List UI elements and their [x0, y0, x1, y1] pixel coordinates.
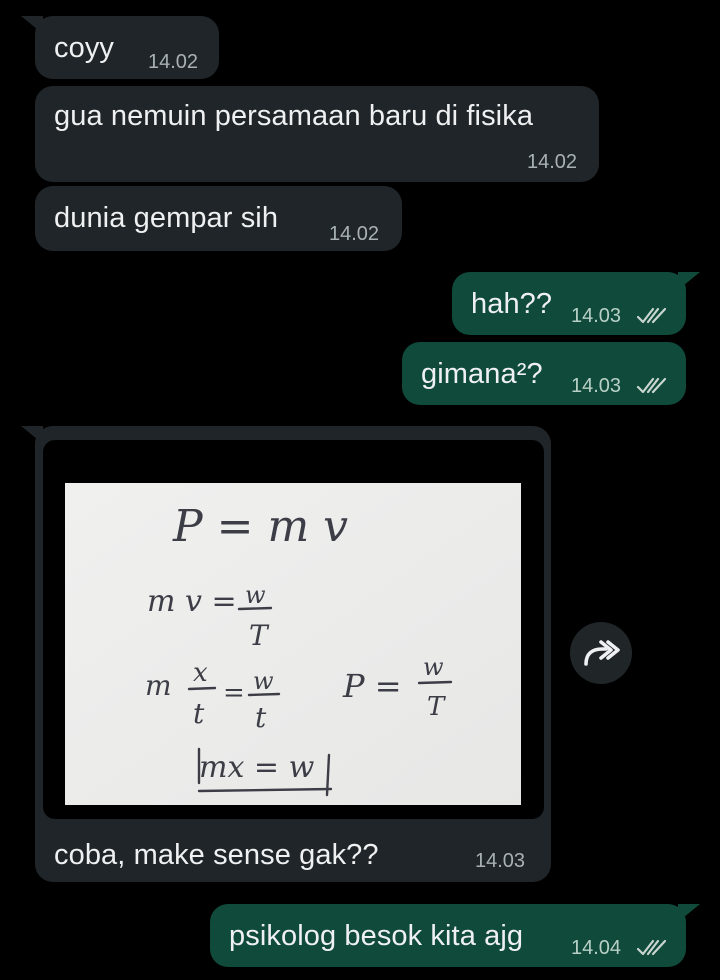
message-time: 14.03	[571, 305, 622, 327]
handwriting-line-3-rden: t	[255, 701, 267, 734]
handwriting-line-3-rnum: w	[253, 667, 274, 695]
handwriting-line-2-left: m v =	[147, 584, 237, 619]
bubble-tail	[21, 16, 43, 34]
message-time: 14.02	[329, 223, 380, 245]
message-time: 14.03	[475, 850, 526, 872]
handwriting-line-3-eq: =	[223, 678, 245, 708]
message-time: 14.04	[571, 937, 622, 959]
bubble-tail	[678, 904, 700, 922]
forward-icon	[584, 640, 620, 666]
message-text: gimana²?	[421, 358, 543, 390]
bubble-tail	[21, 426, 43, 444]
read-receipt-icon	[636, 306, 668, 326]
image-caption: coba, make sense gak??	[54, 839, 379, 871]
handwriting-line-2-den: T	[249, 619, 270, 652]
message-bubble-incoming[interactable]: gua nemuin persamaan baru di fisika 14.0…	[35, 86, 599, 182]
message-text: hah??	[471, 288, 553, 320]
handwriting-line-1: P = m v	[172, 501, 348, 552]
message-time: 14.03	[571, 375, 622, 397]
handwriting-line-3-den: t	[193, 697, 205, 730]
handwriting-line-3-left: m	[145, 669, 172, 702]
message-bubble-incoming[interactable]: coyy 14.02	[21, 16, 219, 79]
handwriting-boxed: mx = w	[199, 750, 315, 785]
message-text: gua nemuin persamaan baru di fisika	[54, 100, 534, 132]
bubble-tail	[678, 272, 700, 290]
handwriting-side-den: T	[427, 692, 446, 722]
message-text: psikolog besok kita ajg	[229, 920, 524, 952]
handwriting-line-3-num: x	[193, 658, 208, 688]
read-receipt-icon	[636, 938, 668, 958]
chat-conversation: coyy 14.02 gua nemuin persamaan baru di …	[0, 0, 720, 980]
message-text: dunia gempar sih	[54, 202, 279, 234]
message-bubble-outgoing[interactable]: gimana²? 14.03	[402, 342, 686, 405]
read-receipt-icon	[636, 376, 668, 396]
handwriting-side-num: w	[423, 653, 444, 681]
handwriting-side-left: P =	[342, 667, 402, 705]
message-time: 14.02	[527, 151, 578, 173]
forward-button[interactable]	[570, 622, 632, 684]
handwritten-equations-photo[interactable]: P = m v m v = w T m x t = w t P = w T mx…	[65, 483, 521, 805]
message-bubble-outgoing[interactable]: hah?? 14.03	[452, 272, 700, 335]
message-bubble-incoming[interactable]: dunia gempar sih 14.02	[35, 186, 402, 251]
message-time: 14.02	[148, 51, 199, 73]
message-bubble-outgoing[interactable]: psikolog besok kita ajg 14.04	[210, 904, 700, 967]
message-text: coyy	[54, 32, 115, 64]
handwriting-line-2-num: w	[245, 581, 266, 609]
